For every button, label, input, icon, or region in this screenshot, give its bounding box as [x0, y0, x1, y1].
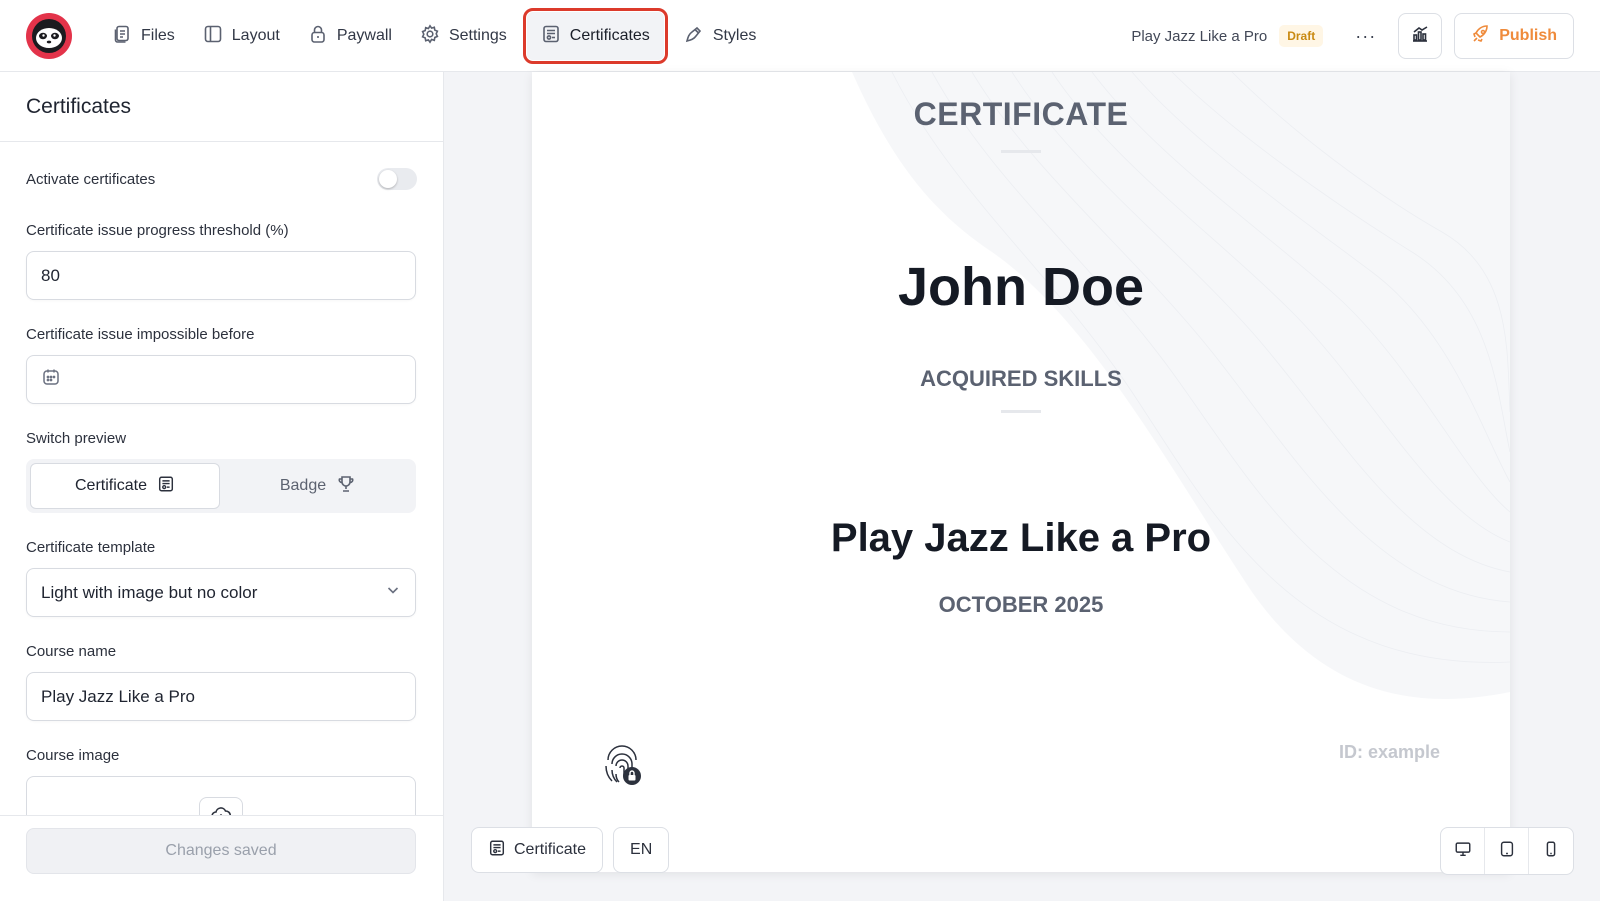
switch-preview-control: Certificate Badge [26, 459, 416, 513]
calendar-icon[interactable] [41, 367, 61, 392]
publish-button[interactable]: Publish [1454, 13, 1574, 59]
threshold-input[interactable]: 80 [26, 251, 416, 300]
certificate-date: OCTOBER 2025 [938, 592, 1104, 617]
status-badge: Draft [1279, 25, 1324, 47]
rocket-icon [1471, 24, 1491, 49]
more-options-button[interactable]: ··· [1345, 26, 1386, 47]
certificates-settings-panel: Certificates Activate certificates Certi… [0, 72, 444, 901]
nav-item-files[interactable]: Files [98, 12, 189, 60]
activate-certificates-row: Activate certificates [26, 168, 417, 190]
analytics-button[interactable] [1398, 13, 1443, 59]
certificate-icon [541, 24, 561, 49]
desktop-view-button[interactable] [1441, 828, 1485, 874]
nav-item-label: Layout [231, 27, 280, 44]
language-label: EN [630, 841, 653, 858]
template-selected-value: Light with image but no color [41, 582, 258, 602]
publish-label: Publish [1499, 27, 1557, 44]
device-switcher [1440, 827, 1574, 875]
brush-icon [684, 24, 704, 49]
impossible-before-label: Certificate issue impossible before [26, 326, 255, 343]
main-nav: Files Layout Paywall Settings Certificat… [98, 0, 770, 72]
sloth-logo-icon[interactable] [26, 13, 72, 59]
certificate-icon [488, 839, 506, 862]
acquired-skills-heading: ACQUIRED SKILLS [920, 366, 1122, 391]
preview-mode-label: Certificate [514, 841, 587, 858]
trophy-icon [336, 474, 356, 499]
course-title: Play Jazz Like a Pro [1131, 27, 1268, 45]
fingerprint-lock-icon [602, 740, 646, 788]
certificate-preview-area: CERTIFICATE John Doe ACQUIRED SKILLS Pla… [444, 72, 1600, 901]
preview-option-label: Certificate [74, 477, 148, 494]
course-name-input[interactable]: Play Jazz Like a Pro [26, 672, 416, 721]
nav-item-label: Certificates [569, 27, 650, 44]
panel-footer: Changes saved [0, 815, 443, 901]
activate-certificates-toggle[interactable] [377, 168, 417, 190]
course-name-label: Course name [26, 643, 117, 660]
nav-item-label: Settings [448, 27, 507, 44]
preview-certificate-option[interactable]: Certificate [30, 463, 220, 509]
header-right: Play Jazz Like a Pro Draft ··· Publish [1131, 0, 1574, 72]
recipient-name: John Doe [897, 257, 1144, 317]
nav-item-paywall[interactable]: Paywall [294, 12, 406, 60]
preview-option-label: Badge [279, 477, 327, 494]
files-icon [112, 24, 132, 49]
certificate-heading: CERTIFICATE [913, 96, 1129, 132]
certificate-course-name: Play Jazz Like a Pro [830, 516, 1212, 560]
mobile-icon [1542, 840, 1560, 863]
preview-toolbar-left: Certificate EN [471, 827, 670, 873]
mobile-view-button[interactable] [1529, 828, 1573, 874]
nav-item-settings[interactable]: Settings [406, 12, 521, 60]
chevron-down-icon [385, 582, 401, 603]
template-label: Certificate template [26, 539, 156, 556]
gear-icon [420, 23, 440, 49]
nav-item-styles[interactable]: Styles [670, 12, 771, 60]
nav-item-label: Paywall [336, 27, 392, 44]
activate-certificates-label: Activate certificates [26, 170, 156, 188]
panel-body: Activate certificates Certificate issue … [0, 168, 443, 846]
preview-mode-button[interactable]: Certificate [471, 827, 604, 873]
certificate-document: CERTIFICATE John Doe ACQUIRED SKILLS Pla… [532, 72, 1510, 872]
divider [1001, 410, 1041, 413]
nav-item-label: Styles [712, 27, 757, 44]
layout-icon [203, 24, 223, 49]
language-button[interactable]: EN [613, 827, 670, 873]
panel-title: Certificates [0, 72, 443, 142]
switch-preview-label: Switch preview [26, 430, 127, 447]
nav-item-layout[interactable]: Layout [189, 12, 294, 60]
top-bar: Files Layout Paywall Settings Certificat… [0, 0, 1600, 72]
analytics-icon [1410, 24, 1430, 49]
changes-saved-button[interactable]: Changes saved [26, 828, 416, 874]
nav-item-label: Files [141, 27, 175, 44]
impossible-before-date-input[interactable] [26, 355, 416, 404]
desktop-icon [1454, 840, 1472, 863]
certificate-id: ID: example [1338, 742, 1440, 762]
course-image-label: Course image [26, 747, 120, 764]
preview-badge-option[interactable]: Badge [224, 463, 412, 509]
tablet-icon [1498, 840, 1516, 863]
tablet-view-button[interactable] [1485, 828, 1529, 874]
template-select[interactable]: Light with image but no color [26, 568, 416, 617]
threshold-label: Certificate issue progress threshold (%) [26, 222, 289, 239]
certificate-icon [157, 475, 175, 498]
divider [1001, 150, 1041, 153]
nav-item-certificates[interactable]: Certificates [522, 8, 668, 64]
lock-icon [308, 24, 328, 49]
